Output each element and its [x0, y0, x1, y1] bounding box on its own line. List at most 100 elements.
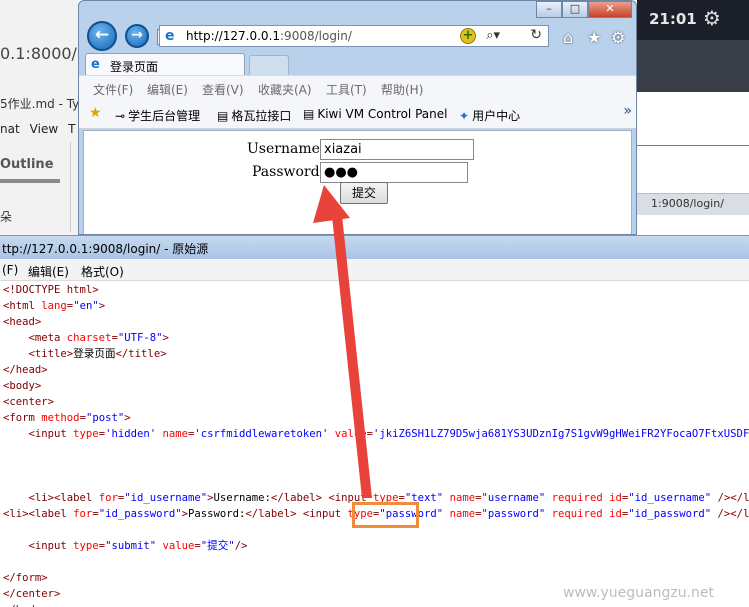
menu-edit[interactable]: 编辑(E)	[147, 81, 188, 98]
code-line: <center>	[3, 394, 749, 410]
background-band	[637, 40, 749, 92]
background-menu-item[interactable]: nat	[0, 122, 20, 136]
code-token: <title>	[28, 348, 74, 360]
page-icon: ▤	[303, 107, 315, 121]
favorite-student-admin[interactable]: ⊸ 学生后台管理	[115, 107, 200, 124]
source-menu-edit[interactable]: 编辑(E)	[28, 263, 69, 280]
tools-gear-icon[interactable]: ⚙	[611, 28, 625, 47]
new-tab-button[interactable]	[249, 55, 289, 75]
code-token: "post"	[85, 412, 125, 424]
code-token: <input	[28, 540, 74, 552]
code-token: 'hidden'	[105, 428, 157, 440]
search-icon[interactable]: ⌕▾	[486, 28, 500, 43]
favorites-star-icon[interactable]: ★	[89, 105, 102, 121]
settings-gear-icon[interactable]: ⚙	[703, 6, 721, 30]
user-center-icon: ✦	[459, 109, 470, 123]
code-token: </head>	[3, 364, 48, 376]
code-line: <title>登录页面</title>	[3, 346, 749, 362]
ie-logo-icon: e	[165, 28, 175, 44]
close-icon[interactable]: ✕	[588, 1, 632, 18]
code-token: </form>	[3, 572, 48, 584]
code-token: "id_username"	[124, 492, 208, 504]
favorite-label: 用户中心	[472, 109, 521, 123]
code-token: <center>	[3, 396, 55, 408]
code-token: <li><label	[28, 492, 99, 504]
code-line: <input type="submit" value="提交"/>	[3, 538, 749, 554]
menu-file[interactable]: 文件(F)	[93, 81, 133, 98]
code-line: <head>	[3, 314, 749, 330]
code-token: method	[41, 412, 80, 424]
background-menu-item[interactable]: T	[68, 122, 75, 136]
code-token: <body>	[3, 380, 42, 392]
code-token: id	[609, 492, 622, 504]
menu-view[interactable]: 查看(V)	[202, 81, 244, 98]
outline-tab[interactable]: Outline	[0, 157, 54, 172]
code-token: required	[551, 508, 603, 520]
view-source-window: ttp://127.0.0.1:9008/login/ - 原始源 (F) 编辑…	[0, 235, 749, 607]
tab-login[interactable]: e 登录页面	[85, 53, 245, 75]
favorites-star-icon[interactable]: ★	[587, 28, 601, 47]
go-icon[interactable]: +	[460, 28, 476, 44]
password-input[interactable]: ●●●	[320, 162, 468, 183]
submit-button[interactable]: 提交	[340, 182, 388, 204]
background-menu-item[interactable]: View	[30, 122, 58, 136]
tab-bar: e 登录页面	[79, 53, 636, 75]
menu-tools[interactable]: 工具(T)	[326, 81, 367, 98]
code-token: </title>	[115, 348, 167, 360]
source-window-title: ttp://127.0.0.1:9008/login/ - 原始源	[2, 242, 209, 256]
refresh-icon[interactable]: ↻	[530, 27, 542, 43]
code-token: type	[73, 428, 99, 440]
code-line: <meta charset="UTF-8">	[3, 330, 749, 346]
code-token: name	[162, 428, 189, 440]
code-token: <form	[3, 412, 42, 424]
address-url[interactable]: http://127.0.0.1:9008/login/	[186, 29, 352, 43]
code-line: </form>	[3, 570, 749, 586]
chevron-right-icon[interactable]: »	[623, 103, 632, 119]
background-url-text: 0.1:8000/L	[0, 44, 78, 63]
code-token: </label>	[245, 508, 297, 520]
favorite-label: 格瓦拉接口	[231, 109, 292, 123]
address-host: http://127.0.0.1	[186, 29, 281, 43]
code-token: <meta	[28, 332, 67, 344]
background-tab[interactable]: 1:9008/login/	[637, 193, 749, 215]
username-input[interactable]: xiazai	[320, 139, 474, 160]
code-token: "提交"	[200, 540, 235, 552]
forward-arrow-icon[interactable]: →	[125, 24, 149, 48]
minimize-icon[interactable]: –	[536, 1, 562, 18]
code-token: <head>	[3, 316, 42, 328]
window-controls: – □ ✕	[536, 1, 632, 18]
code-token: "username"	[481, 492, 546, 504]
menu-favorites[interactable]: 收藏夹(A)	[258, 81, 312, 98]
favorite-user-center[interactable]: ✦ 用户中心	[459, 107, 520, 124]
password-label: Password:	[252, 164, 325, 180]
code-token: id	[609, 508, 622, 520]
menu-help[interactable]: 帮助(H)	[381, 81, 423, 98]
favorite-kiwi-vm[interactable]: ▤ Kiwi VM Control Panel	[303, 107, 447, 121]
source-code: <!DOCTYPE html> <html lang="en"> <head> <m…	[3, 282, 749, 607]
source-menu-format[interactable]: 格式(O)	[81, 263, 124, 280]
code-token: >	[98, 300, 106, 312]
code-token: "id_password"	[98, 508, 182, 520]
code-line: <!DOCTYPE html>	[3, 282, 749, 298]
address-bar[interactable]: e http://127.0.0.1:9008/login/ + ⌕▾ ↻	[159, 25, 549, 47]
favorite-label: Kiwi VM Control Panel	[317, 107, 448, 121]
code-line: <input type='hidden' name='csrfmiddlewar…	[3, 426, 749, 442]
code-line: <body>	[3, 378, 749, 394]
code-token: "id_username"	[628, 492, 712, 504]
link-icon: ⊸	[115, 109, 126, 123]
home-icon[interactable]: ⌂	[563, 28, 573, 47]
back-arrow-icon[interactable]: ←	[87, 21, 117, 51]
code-line: <form method="post">	[3, 410, 749, 426]
code-token: "UTF-8"	[117, 332, 163, 344]
favorite-gewara-api[interactable]: ▤ 格瓦拉接口	[217, 107, 291, 124]
background-desktop-right: 21:01 ⚙ 1:9008/login/	[637, 0, 749, 235]
source-menu-file[interactable]: (F)	[2, 263, 18, 277]
code-line: <html lang="en">	[3, 298, 749, 314]
favorites-bar: ★ ⊸ 学生后台管理 ▤ 格瓦拉接口 ▤ Kiwi VM Control Panel …	[79, 101, 636, 129]
maximize-icon[interactable]: □	[562, 1, 588, 18]
